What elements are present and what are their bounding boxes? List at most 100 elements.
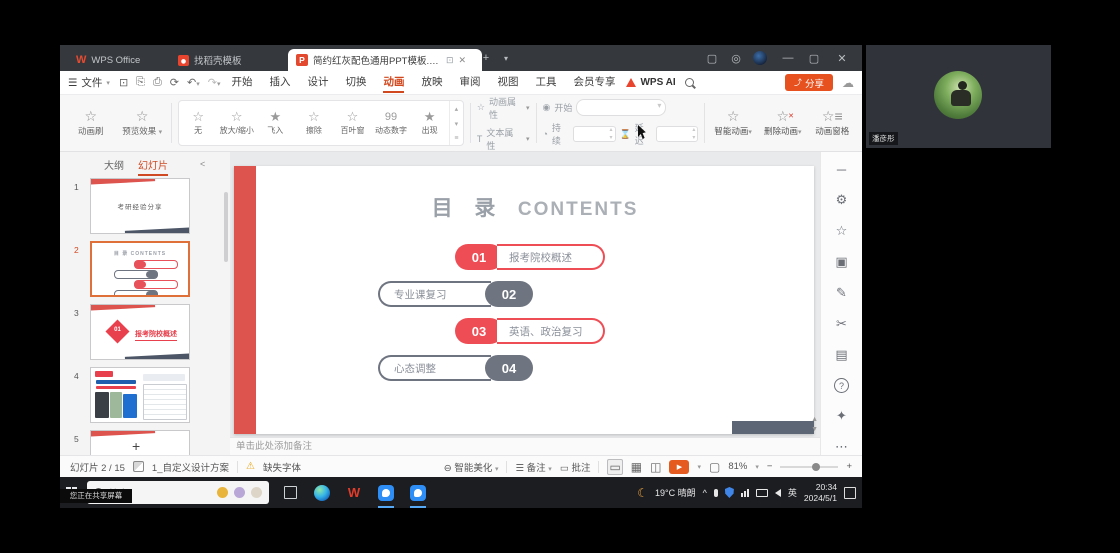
gallery-item-wipe[interactable]: ☆ 擦除	[295, 110, 334, 136]
design-pen-icon[interactable]: ✎	[836, 285, 847, 301]
tab-outline[interactable]: 大纲	[104, 157, 124, 172]
meeting-app-button[interactable]	[375, 477, 397, 508]
tab-slideshow[interactable]: 放映	[419, 71, 444, 94]
scroll-up-icon[interactable]: ▲	[811, 416, 818, 423]
slide-sorter-icon[interactable]: ▦	[631, 460, 642, 474]
tab-presentation-file[interactable]: P 简约红灰配色通用PPT模板.ppt ⊡ ✕	[288, 49, 482, 71]
tab-tools[interactable]: 工具	[533, 71, 558, 94]
account-avatar[interactable]	[748, 45, 772, 71]
sync-icon[interactable]: ⟳	[170, 76, 179, 89]
tab-close-icon[interactable]: ✕	[459, 55, 467, 66]
animation-properties-button[interactable]: ☆ 动画属性 ▾	[477, 95, 530, 121]
weather-moon-icon[interactable]: ☾	[637, 486, 648, 500]
slide-thumbnail-3[interactable]: 01 报考院校概述	[90, 304, 190, 360]
text-properties-button[interactable]: T 文本属性 ▾	[477, 126, 530, 152]
preview-effect-button[interactable]: ☆ 预览效果 ▾	[119, 109, 164, 137]
notebook-icon[interactable]: ▤	[835, 347, 847, 363]
duration-input[interactable]	[573, 126, 616, 142]
slide-title[interactable]: 目 录 CONTENTS	[256, 192, 814, 222]
notes-button[interactable]: ☰ 备注 ▾	[515, 460, 551, 474]
action-center-icon[interactable]	[844, 487, 856, 499]
tab-wps-office[interactable]: W WPS Office	[68, 49, 148, 71]
zoom-slider[interactable]	[780, 466, 838, 468]
tab-transition[interactable]: 切换	[343, 71, 368, 94]
help-icon[interactable]: ?	[834, 378, 849, 393]
delete-animation-button[interactable]: ☆✕ 删除动画▾	[761, 109, 805, 137]
zoom-out-icon[interactable]: −	[767, 461, 773, 472]
tab-design[interactable]: 设计	[305, 71, 330, 94]
new-slide-button[interactable]: +	[132, 438, 140, 454]
edge-browser-button[interactable]	[311, 477, 333, 508]
restore-button[interactable]: ▢	[802, 45, 826, 71]
weather-label[interactable]: 19°C 晴朗	[655, 486, 696, 499]
toc-item-4[interactable]: 心态调整 04	[378, 355, 533, 381]
tab-animation[interactable]: 动画	[381, 71, 406, 94]
participant-video-tile[interactable]: 潘彦彤	[866, 45, 1051, 148]
toc-item-1[interactable]: 01 报考院校概述	[455, 244, 605, 270]
animation-pane-button[interactable]: ☆≡ 动画窗格	[811, 109, 855, 137]
tab-insert[interactable]: 插入	[267, 71, 292, 94]
share-button[interactable]: ⤴ 分享	[785, 74, 833, 91]
animation-painter-button[interactable]: ☆ 动画刷	[68, 109, 113, 137]
beautify-button[interactable]: ⊖ 智能美化 ▾	[444, 460, 499, 474]
search-highlight-icon[interactable]	[251, 487, 262, 498]
gallery-item-blinds[interactable]: ☆ 百叶窗	[333, 110, 372, 136]
slide-thumbnail-4[interactable]	[90, 367, 190, 423]
normal-view-icon[interactable]: ▭	[607, 459, 622, 475]
tab-review[interactable]: 审阅	[457, 71, 482, 94]
redo-icon[interactable]: ↷▾	[208, 76, 221, 89]
tab-docer-templates[interactable]: 找稻壳模板	[170, 49, 250, 71]
collapse-panel-icon[interactable]: <	[200, 159, 205, 169]
tab-slides[interactable]: 幻灯片	[138, 157, 168, 172]
tab-home[interactable]: 开始	[229, 71, 254, 94]
gallery-expand-icon[interactable]: ≡	[454, 135, 458, 142]
play-slideshow-button[interactable]: ▶	[669, 460, 689, 474]
skin-icon[interactable]: ✦	[836, 408, 847, 424]
gallery-item-flyin[interactable]: ★ 飞入	[256, 110, 295, 136]
missing-font-label[interactable]: 缺失字体	[263, 460, 301, 474]
search-highlight-icon[interactable]	[217, 487, 228, 498]
search-highlight-icon[interactable]	[234, 487, 245, 498]
minimize-button[interactable]: —	[776, 45, 800, 71]
network-signal-icon[interactable]	[741, 489, 749, 497]
fullscreen-icon[interactable]: ▢	[709, 460, 720, 474]
gallery-item-appear[interactable]: ★ 出现	[410, 110, 449, 136]
gallery-item-none[interactable]: ☆ 无	[179, 110, 218, 136]
tab-list-chevron-icon[interactable]: ▾	[494, 45, 518, 71]
reading-view-icon[interactable]: ◫	[650, 460, 661, 474]
volume-icon[interactable]	[775, 489, 781, 497]
ime-indicator[interactable]: 英	[788, 486, 797, 499]
start-mode-select[interactable]	[576, 99, 666, 116]
save-icon[interactable]: ⊡	[119, 76, 128, 89]
comments-button[interactable]: ▭ 批注	[560, 460, 591, 474]
slide-thumbnail-1[interactable]: 考研经验分享	[90, 178, 190, 234]
gallery-item-dynamic-number[interactable]: 99 动态数字	[372, 110, 411, 136]
tools-scissors-icon[interactable]: ✂	[836, 316, 847, 332]
gallery-scroll[interactable]: ▴ ▾ ≡	[449, 101, 463, 145]
clock[interactable]: 20:34 2024/5/1	[804, 482, 837, 503]
theme-icon[interactable]: ◎	[724, 45, 748, 71]
smart-animation-button[interactable]: ☆ 智能动画▾	[711, 109, 755, 137]
design-scheme-label[interactable]: 1_自定义设计方案	[152, 460, 229, 474]
print-icon[interactable]: ⎙	[153, 76, 162, 89]
wps-app-button[interactable]: W	[343, 477, 365, 508]
hidden-icons-chevron[interactable]: ^	[703, 488, 707, 498]
cloud-sync-icon[interactable]: ☁	[842, 76, 854, 90]
zoom-in-icon[interactable]: +	[846, 461, 852, 472]
shapes-icon[interactable]: ▣	[835, 254, 847, 270]
properties-icon[interactable]: ⚙	[836, 192, 848, 208]
zoom-slider-knob[interactable]	[812, 463, 820, 471]
scroll-down-icon[interactable]: ▾	[455, 120, 459, 128]
close-button[interactable]: ✕	[830, 45, 854, 71]
animation-star-icon[interactable]: ☆	[836, 223, 848, 239]
microphone-icon[interactable]	[714, 489, 718, 497]
toc-item-3[interactable]: 03 英语、政治复习	[455, 318, 605, 344]
wps-ai-button[interactable]: WPS AI	[626, 77, 675, 88]
delay-input[interactable]	[656, 126, 699, 142]
device-icon[interactable]	[756, 489, 768, 497]
slide-canvas[interactable]: 目 录 CONTENTS 01 报考院校概述 专业课复习 02 03 英语、政治…	[230, 152, 820, 437]
gallery-item-zoom[interactable]: ☆ 放大/缩小	[217, 110, 256, 136]
output-icon[interactable]: ⎘	[136, 76, 145, 89]
zoom-level[interactable]: 81%	[728, 461, 747, 472]
zoom-chevron-icon[interactable]: ▾	[755, 463, 759, 471]
